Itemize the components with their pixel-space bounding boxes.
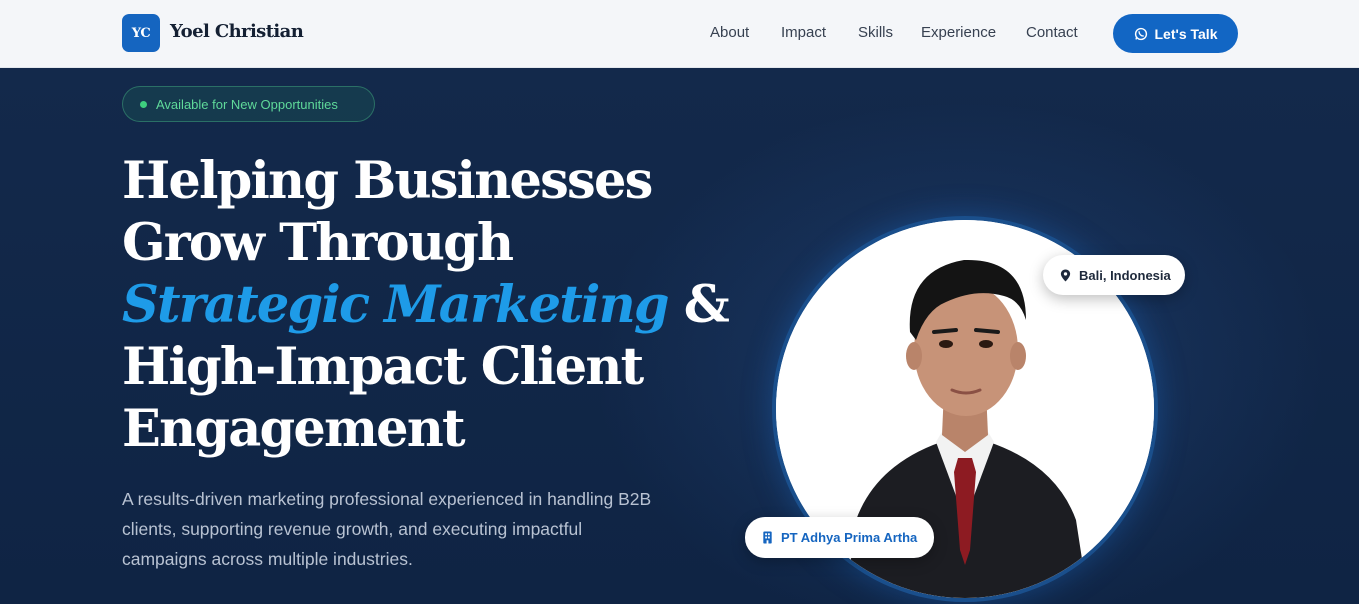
nav-link-experience[interactable]: Experience (921, 24, 996, 41)
company-tag: PT Adhya Prima Artha (745, 517, 934, 558)
logo-badge[interactable]: YC (122, 14, 160, 52)
nav-link-skills[interactable]: Skills (858, 24, 893, 41)
lets-talk-button[interactable]: Let's Talk (1113, 14, 1238, 53)
hero-section: Available for New Opportunities Helping … (0, 68, 1359, 604)
headline-ampersand: & (667, 275, 730, 335)
headline-accent: Strategic Marketing (122, 275, 670, 335)
headline-line-5: Engagement (122, 399, 466, 459)
whatsapp-icon (1134, 27, 1147, 40)
building-icon (763, 531, 772, 544)
top-navigation: YC Yoel Christian About Impact Skills Ex… (0, 0, 1359, 68)
location-tag: Bali, Indonesia (1043, 255, 1185, 295)
nav-link-impact[interactable]: Impact (781, 24, 826, 41)
location-text: Bali, Indonesia (1079, 267, 1171, 283)
nav-link-contact[interactable]: Contact (1026, 24, 1078, 41)
headline-line-4: High-Impact Client (122, 337, 644, 397)
map-pin-icon (1060, 268, 1071, 282)
headline-line-2: Grow Through (122, 213, 514, 273)
hero-description: A results-driven marketing professional … (122, 489, 652, 569)
headline-line-3: Strategic Marketing & (122, 274, 730, 336)
brand-name[interactable]: Yoel Christian (170, 21, 304, 42)
headline-line-1: Helping Businesses (122, 151, 653, 211)
company-text: PT Adhya Prima Artha (781, 530, 918, 545)
status-dot (140, 100, 147, 108)
nav-link-about[interactable]: About (710, 24, 749, 41)
availability-text: Available for New Opportunities (156, 96, 338, 112)
availability-badge: Available for New Opportunities (122, 86, 375, 122)
lets-talk-label: Let's Talk (1154, 25, 1218, 42)
hero-headline: Helping Businesses Grow Through Strategi… (122, 150, 730, 460)
